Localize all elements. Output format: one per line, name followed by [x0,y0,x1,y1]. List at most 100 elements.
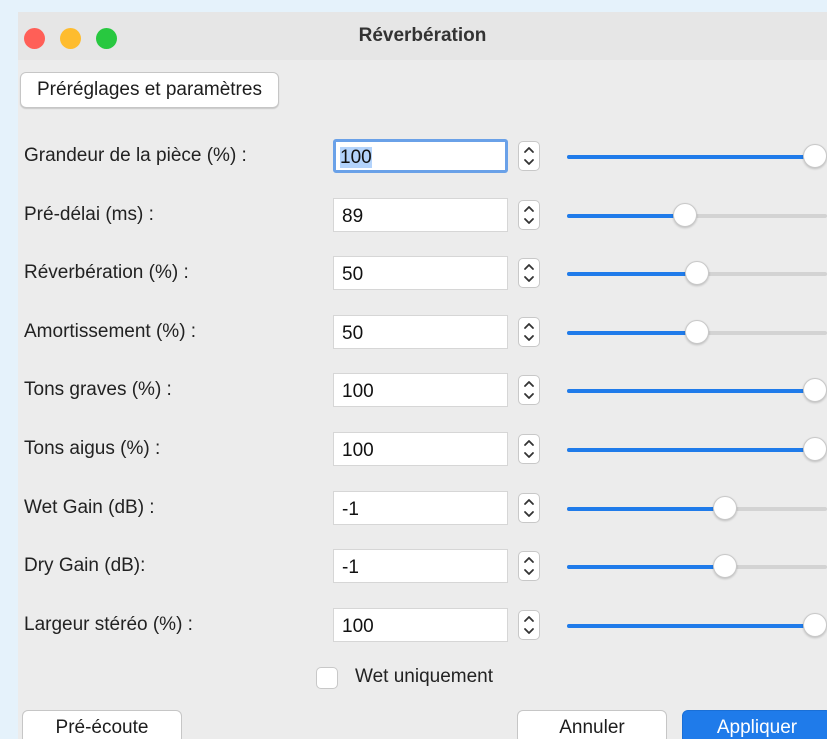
param-value-field[interactable]: 50 [333,256,508,290]
param-value-field[interactable]: 100 [333,432,508,466]
chevron-up-icon[interactable] [523,614,535,624]
slider-fill [567,331,697,335]
param-value-text: 100 [342,616,374,638]
param-slider[interactable] [567,135,827,179]
param-value-field[interactable]: -1 [333,549,508,583]
param-label: Tons graves (%) : [24,379,172,400]
chevron-up-icon[interactable] [523,262,535,272]
param-value: 50 [342,323,364,344]
cancel-button[interactable]: Annuler [517,710,667,739]
chevron-up-icon[interactable] [523,438,535,448]
param-label: Wet Gain (dB) : [24,497,155,518]
param-value-field[interactable]: 100 [333,373,508,407]
param-value-text: 100 [342,440,374,462]
chevron-down-icon[interactable] [523,509,535,519]
chevron-down-icon[interactable] [523,157,535,167]
slider-knob[interactable] [685,261,709,285]
slider-knob[interactable] [685,320,709,344]
param-row: Pré-délai (ms) : 89 [18,194,827,238]
chevron-up-icon[interactable] [523,145,535,155]
param-stepper[interactable] [518,258,540,288]
slider-knob[interactable] [803,437,827,461]
param-value-text: 50 [342,264,363,286]
param-slider[interactable] [567,311,827,355]
slider-knob[interactable] [713,554,738,578]
chevron-up-icon[interactable] [523,204,535,214]
param-value-field[interactable]: 89 [333,198,508,232]
param-label: Réverbération (%) : [24,262,189,283]
chevron-down-icon[interactable] [523,567,535,577]
slider-fill [567,389,815,393]
param-slider[interactable] [567,428,827,472]
param-row: Amortissement (%) : 50 [18,311,827,355]
chevron-up-icon[interactable] [523,497,535,507]
slider-fill [567,214,686,218]
param-label: Largeur stéréo (%) : [24,614,193,635]
apply-button[interactable]: Appliquer [682,710,827,739]
param-row: Wet Gain (dB) : -1 [18,487,827,531]
slider-knob[interactable] [803,378,827,402]
param-row: Tons graves (%) : 100 [18,369,827,413]
param-row: Grandeur de la pièce (%) : 100 [18,135,827,179]
chevron-up-icon[interactable] [523,379,535,389]
param-stepper[interactable] [518,375,540,405]
preview-button[interactable]: Pré-écoute [22,710,182,739]
chevron-up-icon[interactable] [523,555,535,565]
param-value-field[interactable]: -1 [333,491,508,525]
param-value-field[interactable]: 50 [333,315,508,349]
param-stepper[interactable] [518,493,540,523]
param-stepper[interactable] [518,551,540,581]
chevron-down-icon[interactable] [523,274,535,284]
wet-only-checkbox[interactable] [316,667,338,689]
slider-fill [567,565,726,569]
param-stepper[interactable] [518,141,540,171]
param-row: Dry Gain (dB): -1 [18,545,827,589]
param-value: -1 [342,557,359,578]
slider-knob[interactable] [803,613,827,637]
param-row: Tons aigus (%) : 100 [18,428,827,472]
param-label: Grandeur de la pièce (%) : [24,145,247,166]
chevron-up-icon[interactable] [523,321,535,331]
param-label: Pré-délai (ms) : [24,204,154,225]
param-value-field[interactable]: 100 [333,139,508,173]
param-stepper[interactable] [518,200,540,230]
param-value: 100 [342,381,374,402]
slider-fill [567,155,815,159]
param-slider[interactable] [567,252,827,296]
slider-fill [567,448,815,452]
param-slider[interactable] [567,369,827,413]
wet-only-label: Wet uniquement [355,666,494,687]
param-slider[interactable] [567,194,827,238]
param-value: 50 [342,264,364,285]
param-value-text: 100 [340,147,372,169]
param-label: Tons aigus (%) : [24,438,161,459]
slider-fill [567,624,815,628]
slider-knob[interactable] [673,203,698,227]
param-row: Largeur stéréo (%) : 100 [18,604,827,648]
chevron-down-icon[interactable] [523,391,535,401]
param-value: -1 [342,499,359,520]
chevron-down-icon[interactable] [523,216,535,226]
slider-fill [567,507,726,511]
param-value: 89 [342,206,364,227]
param-slider[interactable] [567,604,827,648]
chevron-down-icon[interactable] [523,333,535,343]
param-value: 100 [342,616,374,637]
reverb-dialog: Réverbération Préréglages et paramètres … [18,12,827,739]
param-value-text: -1 [342,499,359,521]
title-bar: Réverbération [18,12,827,60]
param-slider[interactable] [567,487,827,531]
param-value-field[interactable]: 100 [333,608,508,642]
presets-button[interactable]: Préréglages et paramètres [20,72,279,108]
chevron-down-icon[interactable] [523,450,535,460]
param-slider[interactable] [567,545,827,589]
slider-knob[interactable] [803,144,827,168]
slider-knob[interactable] [713,496,738,520]
param-label: Amortissement (%) : [24,321,197,342]
param-value: 100 [342,440,374,461]
chevron-down-icon[interactable] [523,626,535,636]
param-row: Réverbération (%) : 50 [18,252,827,296]
param-stepper[interactable] [518,317,540,347]
param-stepper[interactable] [518,434,540,464]
param-stepper[interactable] [518,610,540,640]
